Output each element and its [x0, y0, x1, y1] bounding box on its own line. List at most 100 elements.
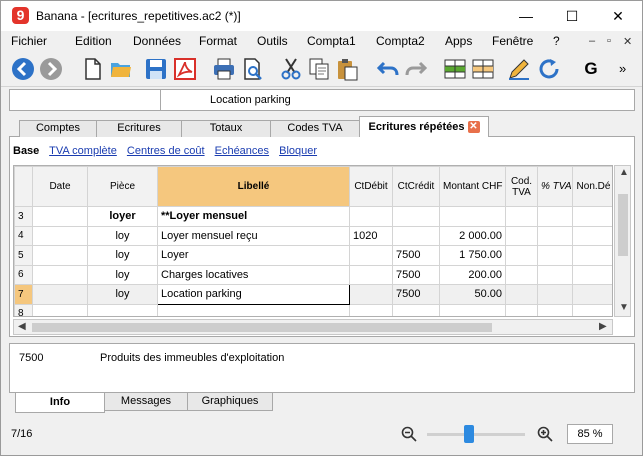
- mdi-restore-button[interactable]: ▫: [607, 35, 611, 47]
- cell-non-ded[interactable]: [572, 284, 612, 305]
- cell-non-ded[interactable]: [572, 303, 612, 316]
- cell-piece[interactable]: loy: [87, 284, 158, 305]
- cell-piece[interactable]: loy: [87, 245, 158, 266]
- view-bloquer[interactable]: Bloquer: [279, 145, 317, 157]
- cell-montant[interactable]: 50.00: [439, 284, 506, 305]
- cell-date[interactable]: [32, 303, 88, 316]
- bold-icon[interactable]: G: [579, 57, 603, 81]
- cell-libelle[interactable]: Loyer: [157, 245, 350, 266]
- table-row[interactable]: 4 loy Loyer mensuel reçu 1020 2 000.00: [14, 225, 612, 246]
- cell-date[interactable]: [32, 206, 88, 227]
- undo-icon[interactable]: [376, 57, 400, 81]
- menu-outils[interactable]: Outils: [257, 34, 288, 48]
- cell-pct-tva[interactable]: [537, 264, 573, 285]
- cell-ctdebit[interactable]: [349, 206, 393, 227]
- cell-non-ded[interactable]: [572, 264, 612, 285]
- cell-ctcredit[interactable]: [392, 206, 440, 227]
- tab-graphiques[interactable]: Graphiques: [187, 393, 273, 411]
- new-file-icon[interactable]: [81, 57, 105, 81]
- delete-row-icon[interactable]: [471, 57, 495, 81]
- cell-date[interactable]: [32, 225, 88, 246]
- row-number[interactable]: 5: [14, 245, 33, 266]
- table-row[interactable]: 8: [14, 303, 612, 316]
- cell-montant[interactable]: [439, 303, 506, 316]
- redo-icon[interactable]: [404, 57, 428, 81]
- minimize-button[interactable]: —: [503, 1, 549, 31]
- col-header-piece[interactable]: Pièce: [87, 166, 158, 207]
- col-header-cod-tva[interactable]: Cod. TVA: [505, 166, 538, 207]
- cell-pct-tva[interactable]: [537, 303, 573, 316]
- copy-icon[interactable]: [307, 57, 331, 81]
- col-header-libelle[interactable]: Libellé: [157, 166, 350, 207]
- tab-ecritures[interactable]: Ecritures: [96, 120, 182, 137]
- cell-content-field[interactable]: Location parking: [210, 94, 291, 106]
- view-centres-de-cout[interactable]: Centres de coût: [127, 145, 205, 157]
- cell-libelle[interactable]: Charges locatives: [157, 264, 350, 285]
- cell-piece[interactable]: loy: [87, 264, 158, 285]
- cell-libelle[interactable]: **Loyer mensuel: [157, 206, 350, 227]
- cell-libelle-selected[interactable]: Location parking: [157, 284, 350, 305]
- edit-icon[interactable]: [507, 57, 531, 81]
- vertical-scroll-thumb[interactable]: [618, 194, 628, 256]
- mdi-close-button[interactable]: ✕: [623, 35, 632, 48]
- cell-ctcredit[interactable]: 7500: [392, 245, 440, 266]
- cell-cod-tva[interactable]: [505, 284, 538, 305]
- cell-piece[interactable]: loyer: [87, 206, 158, 227]
- tab-totaux[interactable]: Totaux: [181, 120, 271, 137]
- scroll-right-icon[interactable]: ▶: [599, 321, 607, 332]
- scroll-left-icon[interactable]: ◀: [18, 321, 26, 332]
- row-number[interactable]: 8: [14, 303, 33, 316]
- view-tva-complete[interactable]: TVA complète: [49, 145, 117, 157]
- table-row[interactable]: 6 loy Charges locatives 7500 200.00: [14, 264, 612, 285]
- cell-montant[interactable]: 2 000.00: [439, 225, 506, 246]
- horizontal-scroll-thumb[interactable]: [32, 323, 492, 332]
- col-header-ctdebit[interactable]: CtDébit: [349, 166, 393, 207]
- cell-cod-tva[interactable]: [505, 303, 538, 316]
- col-header-pct-tva[interactable]: % TVA: [537, 166, 573, 207]
- table-row[interactable]: 5 loy Loyer 7500 1 750.00: [14, 245, 612, 266]
- tab-ecritures-repetees[interactable]: Ecritures répétées ✕: [359, 116, 489, 138]
- view-echeances[interactable]: Echéances: [215, 145, 269, 157]
- col-header-montant[interactable]: Montant CHF: [439, 166, 506, 207]
- cell-pct-tva[interactable]: [537, 206, 573, 227]
- col-header-non-ded[interactable]: Non.Dé: [572, 166, 612, 207]
- cell-pct-tva[interactable]: [537, 245, 573, 266]
- cell-cod-tva[interactable]: [505, 264, 538, 285]
- zoom-slider-thumb[interactable]: [464, 425, 474, 443]
- col-header-date[interactable]: Date: [32, 166, 88, 207]
- horizontal-scrollbar[interactable]: ◀ ▶: [13, 319, 613, 335]
- tab-comptes[interactable]: Comptes: [19, 120, 97, 137]
- cell-cod-tva[interactable]: [505, 225, 538, 246]
- back-icon[interactable]: [11, 57, 35, 81]
- menu-compta1[interactable]: Compta1: [307, 34, 356, 48]
- print-preview-icon[interactable]: [241, 57, 265, 81]
- cell-ctcredit[interactable]: 7500: [392, 264, 440, 285]
- cell-pct-tva[interactable]: [537, 225, 573, 246]
- close-button[interactable]: ✕: [595, 1, 641, 31]
- cell-montant[interactable]: [439, 206, 506, 227]
- tab-info[interactable]: Info: [15, 393, 105, 413]
- tab-close-icon[interactable]: ✕: [467, 121, 480, 134]
- row-number[interactable]: 3: [14, 206, 33, 227]
- more-icon[interactable]: »: [619, 57, 635, 81]
- view-base[interactable]: Base: [13, 145, 39, 157]
- row-number[interactable]: 4: [14, 225, 33, 246]
- cell-ctdebit[interactable]: [349, 303, 393, 316]
- tab-messages[interactable]: Messages: [104, 393, 188, 411]
- cell-piece[interactable]: loy: [87, 225, 158, 246]
- cell-pct-tva[interactable]: [537, 284, 573, 305]
- print-icon[interactable]: [212, 57, 236, 81]
- mdi-minimize-button[interactable]: –: [589, 35, 595, 47]
- menu-apps[interactable]: Apps: [445, 34, 472, 48]
- cell-libelle[interactable]: [157, 303, 350, 316]
- row-number[interactable]: 7: [14, 284, 33, 305]
- paste-icon[interactable]: [335, 57, 359, 81]
- insert-row-icon[interactable]: [443, 57, 467, 81]
- cell-piece[interactable]: [87, 303, 158, 316]
- cell-non-ded[interactable]: [572, 225, 612, 246]
- tab-codes-tva[interactable]: Codes TVA: [270, 120, 360, 137]
- cut-icon[interactable]: [279, 57, 303, 81]
- scroll-down-icon[interactable]: ▼: [619, 302, 629, 313]
- row-number[interactable]: 6: [14, 264, 33, 285]
- cell-ctcredit[interactable]: [392, 225, 440, 246]
